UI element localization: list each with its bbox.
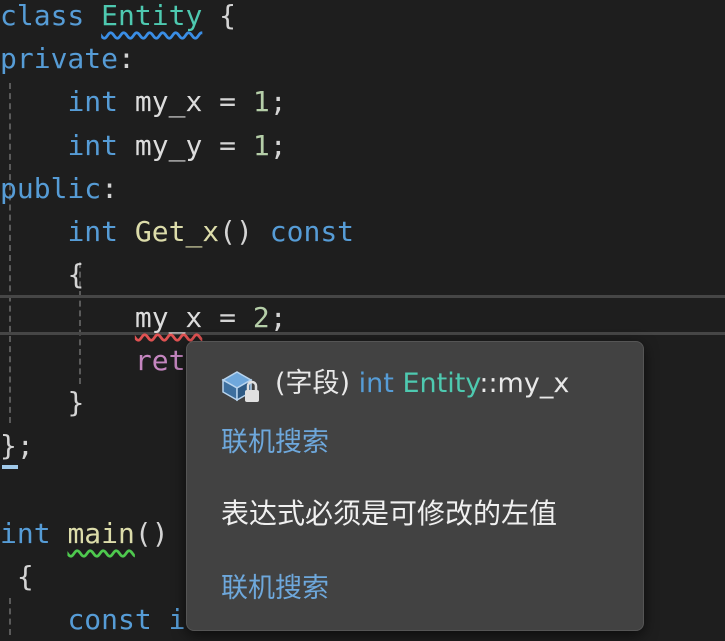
type-keyword: int (0, 517, 51, 550)
semicolon: ; (269, 301, 287, 334)
code-line[interactable]: class Entity { (0, 0, 236, 37)
error-message: 表达式必须是可修改的左值 (221, 497, 558, 530)
brace: { (16, 560, 34, 593)
semicolon: ; (269, 85, 287, 118)
online-search-link[interactable]: 联机搜索 (221, 566, 329, 605)
code-line[interactable]: }; (0, 424, 34, 467)
parens: () (134, 517, 169, 550)
parens: () (219, 215, 253, 248)
function-name: main (67, 517, 135, 550)
symbol-kind: (字段) (275, 368, 351, 399)
type-keyword: int (67, 129, 119, 162)
code-line[interactable]: public: (0, 167, 118, 210)
class-name: Entity (101, 0, 203, 32)
semicolon: ; (269, 129, 287, 162)
code-line[interactable]: int my_x = 1; (0, 80, 287, 123)
variable: my_y (134, 129, 203, 162)
type-keyword: int (67, 215, 119, 248)
brace: } (0, 429, 17, 462)
field-private-icon (221, 371, 259, 402)
code-line[interactable]: { (0, 253, 84, 296)
variable: my_x (134, 85, 203, 118)
class-name: Entity (402, 368, 480, 399)
keyword: private (0, 42, 119, 75)
keyword: const (269, 215, 355, 248)
code-line[interactable]: my_x = 2; (0, 296, 287, 339)
type-keyword: int (67, 85, 119, 118)
operator: = (219, 129, 237, 162)
keyword: const (67, 603, 152, 636)
brace: { (67, 258, 85, 291)
semicolon: ; (16, 429, 34, 462)
number: 1 (252, 129, 270, 162)
brace: } (67, 386, 85, 419)
quickinfo-popup: (字段) int Entity::my_x 联机搜索 表达式必须是可修改的左值 … (186, 341, 644, 631)
code-line[interactable]: int main() (0, 512, 169, 555)
colon: : (101, 172, 119, 205)
keyword: public (0, 172, 102, 205)
code-line[interactable]: } (0, 381, 84, 424)
code-line[interactable]: ret (0, 339, 186, 382)
operator: = (219, 301, 237, 334)
operator: = (219, 85, 237, 118)
partial-token: i (168, 603, 186, 636)
edit-indicator (2, 465, 18, 469)
function-name: Get_x (134, 215, 220, 248)
brace: { (219, 0, 237, 32)
code-line[interactable]: { (0, 555, 34, 598)
number: 1 (252, 85, 270, 118)
code-line[interactable]: private: (0, 37, 135, 80)
member-name: my_x (497, 368, 570, 399)
scope-operator: :: (479, 368, 498, 399)
code-line[interactable]: int my_y = 1; (0, 124, 287, 167)
symbol-type: int (358, 368, 394, 399)
keyword: class (0, 0, 85, 32)
keyword: ret (134, 344, 186, 377)
colon: : (118, 42, 135, 75)
online-search-link[interactable]: 联机搜索 (221, 420, 329, 459)
number: 2 (252, 301, 270, 334)
code-line[interactable]: int Get_x() const (0, 210, 354, 253)
variable-error: my_x (134, 301, 203, 334)
